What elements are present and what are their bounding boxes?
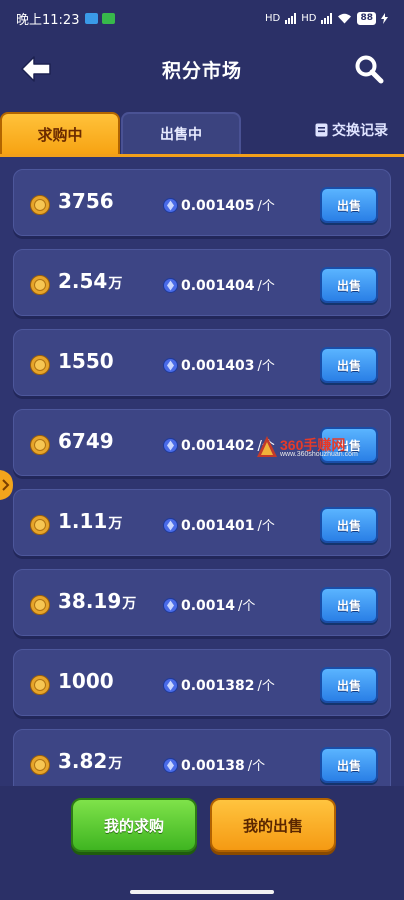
amount-text: 1550 bbox=[58, 349, 114, 373]
page-title: 积分市场 bbox=[161, 59, 242, 82]
list-item: 3756 0.001405/个 出售 bbox=[13, 169, 391, 236]
list-item: 2.54万 0.001404/个 出售 bbox=[13, 249, 391, 316]
gem-icon bbox=[163, 438, 178, 453]
status-indicators: HD HD 88 bbox=[265, 11, 388, 25]
amount-text: 2.54万 bbox=[58, 269, 123, 293]
gem-icon bbox=[163, 598, 178, 613]
my-sell-orders-button[interactable]: 我的出售 bbox=[210, 798, 336, 852]
charging-icon bbox=[381, 12, 388, 24]
gem-icon bbox=[163, 758, 178, 773]
record-icon bbox=[315, 123, 328, 137]
amount-text: 6749 bbox=[58, 429, 114, 453]
coin-icon bbox=[30, 755, 50, 775]
sell-button[interactable]: 出售 bbox=[320, 747, 378, 783]
network-label-1: HD bbox=[265, 12, 281, 24]
coin-icon bbox=[30, 595, 50, 615]
sell-button[interactable]: 出售 bbox=[320, 267, 378, 303]
arrow-left-icon[interactable] bbox=[20, 55, 52, 83]
amount-text: 3.82万 bbox=[58, 749, 123, 773]
app-notification-icon bbox=[102, 12, 116, 24]
tab-selling[interactable]: 出售中 bbox=[121, 112, 241, 154]
status-bar: 晚上11:23 HD HD 88 bbox=[0, 0, 404, 36]
price-text: 0.001403/个 bbox=[181, 358, 275, 374]
watermark-logo-icon bbox=[257, 436, 277, 457]
app-header: 积分市场 bbox=[0, 46, 404, 92]
coin-icon bbox=[30, 195, 50, 215]
price-text: 0.001382/个 bbox=[181, 678, 275, 694]
tab-bar: 求购中 出售中 交换记录 bbox=[0, 112, 404, 154]
watermark-url: www.360shouzhuan.com bbox=[280, 451, 358, 458]
gem-icon bbox=[163, 678, 178, 693]
price-text: 0.001404/个 bbox=[181, 278, 275, 294]
wifi-icon bbox=[338, 13, 352, 23]
sell-button[interactable]: 出售 bbox=[320, 187, 378, 223]
amount-text: 1.11万 bbox=[58, 509, 123, 533]
amount-text: 3756 bbox=[58, 189, 114, 213]
floating-side-handle-icon[interactable] bbox=[0, 470, 13, 500]
signal-icon-2 bbox=[321, 12, 333, 24]
gem-icon bbox=[163, 518, 178, 533]
list-item: 1550 0.001403/个 出售 bbox=[13, 329, 391, 396]
list-item: 1.11万 0.001401/个 出售 bbox=[13, 489, 391, 556]
coin-icon bbox=[30, 275, 50, 295]
signal-icon bbox=[285, 12, 297, 24]
tab-buying[interactable]: 求购中 bbox=[0, 112, 120, 154]
coin-icon bbox=[30, 515, 50, 535]
battery-icon: 88 bbox=[357, 11, 376, 25]
sell-button[interactable]: 出售 bbox=[320, 587, 378, 623]
home-indicator[interactable] bbox=[130, 890, 274, 894]
sell-button[interactable]: 出售 bbox=[320, 347, 378, 383]
amount-text: 38.19万 bbox=[58, 589, 137, 613]
coin-icon bbox=[30, 355, 50, 375]
order-list: 3756 0.001405/个 出售 2.54万 0.001404/个 出售 1… bbox=[0, 154, 404, 796]
list-item: 1000 0.001382/个 出售 bbox=[13, 649, 391, 716]
sell-button[interactable]: 出售 bbox=[320, 667, 378, 703]
gem-icon bbox=[163, 278, 178, 293]
exchange-record-link[interactable]: 交换记录 bbox=[315, 120, 388, 140]
price-text: 0.001405/个 bbox=[181, 198, 275, 214]
exchange-record-label: 交换记录 bbox=[332, 123, 388, 139]
gem-icon bbox=[163, 198, 178, 213]
sell-button[interactable]: 出售 bbox=[320, 507, 378, 543]
search-icon[interactable] bbox=[354, 54, 384, 84]
coin-icon bbox=[30, 435, 50, 455]
my-buy-orders-button[interactable]: 我的求购 bbox=[71, 798, 197, 852]
price-text: 0.0014/个 bbox=[181, 598, 256, 614]
network-label-2: HD bbox=[301, 12, 317, 24]
price-text: 0.00138/个 bbox=[181, 758, 266, 774]
coin-icon bbox=[30, 675, 50, 695]
bottom-action-bar: 我的求购 我的出售 bbox=[0, 786, 404, 900]
cloud-icon bbox=[85, 12, 99, 24]
amount-text: 1000 bbox=[58, 669, 114, 693]
list-item: 38.19万 0.0014/个 出售 bbox=[13, 569, 391, 636]
gem-icon bbox=[163, 358, 178, 373]
watermark: 360手赚网 www.360shouzhuan.com bbox=[256, 435, 396, 465]
price-text: 0.001401/个 bbox=[181, 518, 275, 534]
status-time: 晚上11:23 bbox=[16, 12, 80, 28]
